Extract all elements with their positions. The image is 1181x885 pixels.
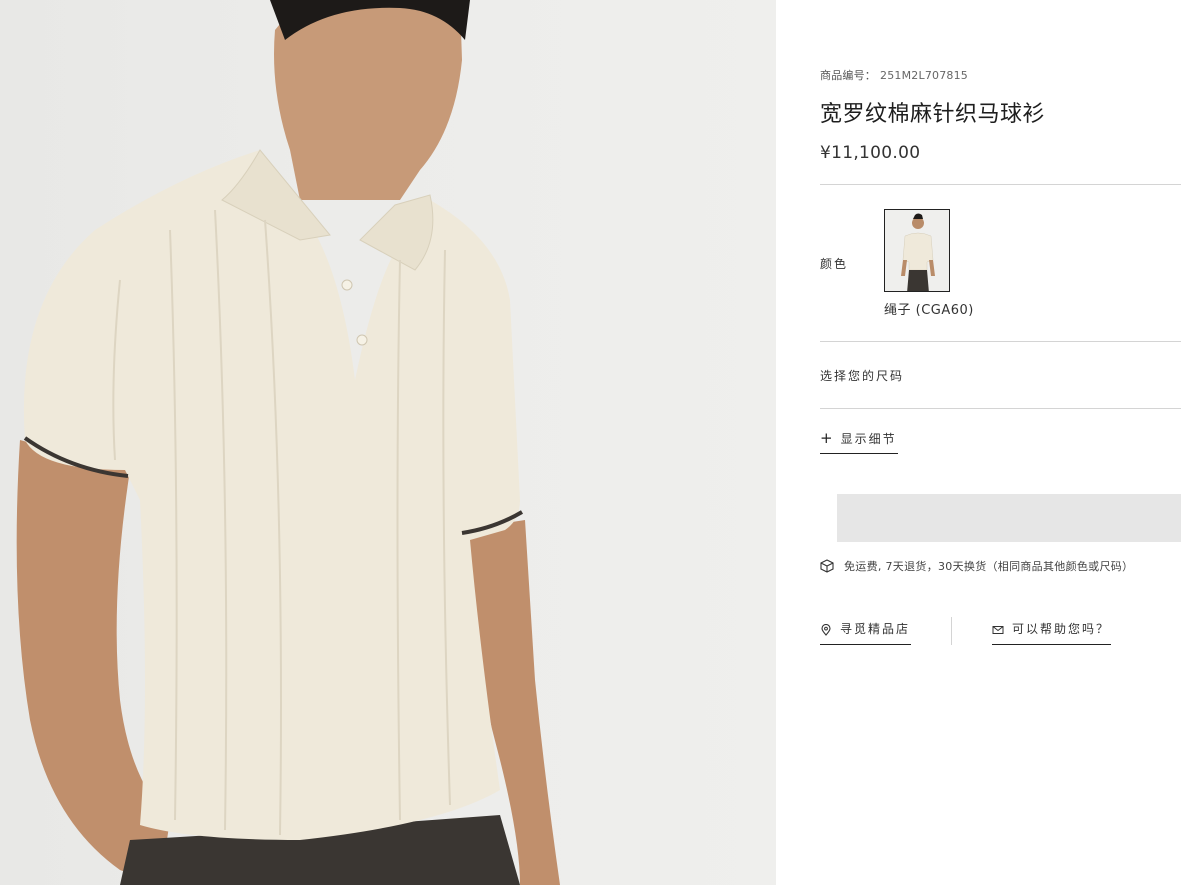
sku-label: 商品编号： — [820, 69, 876, 82]
help-link[interactable]: 可以帮助您吗？ — [992, 620, 1111, 645]
model-illustration — [16, 0, 560, 885]
plus-icon: + — [820, 429, 833, 447]
divider — [820, 184, 1181, 185]
mail-icon — [992, 626, 1004, 634]
divider — [820, 408, 1181, 409]
sku-code: 251M2L707815 — [880, 69, 969, 82]
find-store-label: 寻觅精品店 — [840, 622, 911, 636]
divider-vertical — [951, 617, 952, 645]
color-label: 颜色 — [820, 257, 849, 271]
help-label: 可以帮助您吗？ — [1012, 622, 1111, 636]
size-selector[interactable]: 选择您的尺码 — [820, 367, 904, 384]
find-store-link[interactable]: 寻觅精品店 — [820, 620, 911, 645]
product-price: ¥11,100.00 — [820, 143, 921, 163]
shipping-text: 免运费, 7天退货，30天换货（相同商品其他颜色或尺码） — [844, 560, 1134, 573]
color-name: 绳子 (CGA60) — [884, 303, 974, 318]
product-info-panel: 商品编号： 251M2L707815 宽罗纹棉麻针织马球衫 ¥11,100.00 … — [776, 0, 1181, 885]
box-icon — [820, 559, 834, 573]
sku-line: 商品编号： 251M2L707815 — [820, 67, 968, 83]
product-image — [0, 0, 776, 885]
show-details-label: 显示细节 — [840, 432, 897, 446]
product-title: 宽罗纹棉麻针织马球衫 — [820, 102, 1046, 127]
swatch-thumbnail — [885, 210, 949, 291]
color-swatch-selected[interactable] — [884, 209, 950, 292]
location-pin-icon — [821, 624, 831, 636]
divider — [820, 341, 1181, 342]
shipping-info: 免运费, 7天退货，30天换货（相同商品其他颜色或尺码） — [820, 558, 1133, 574]
show-details-button[interactable]: + 显示细节 — [820, 430, 898, 454]
add-to-cart-button-placeholder[interactable] — [837, 494, 1181, 542]
